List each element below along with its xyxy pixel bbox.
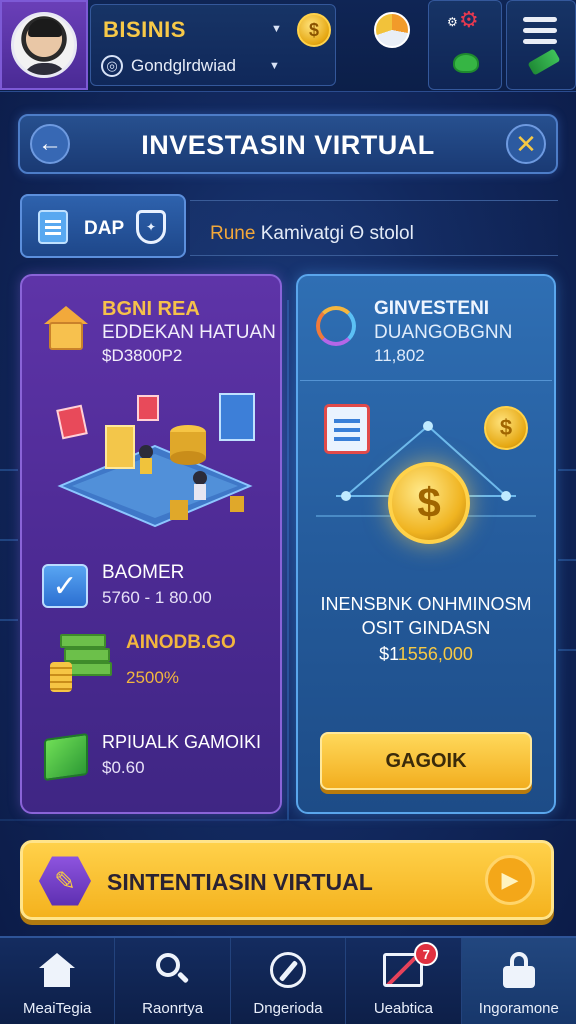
banner-label: SINTENTIASIN VIRTUAL bbox=[107, 869, 373, 895]
title-bar: ← INVESTASIN VIRTUAL ✕ bbox=[18, 114, 558, 174]
menu-button[interactable] bbox=[506, 0, 576, 90]
top-bar: BISINIS ▼ $ ◎ Gondglrdwiad ▼ ⚙ ⚙ bbox=[0, 0, 576, 92]
right-card-line-2: OSIT GINDASN bbox=[361, 618, 491, 638]
menu-icon bbox=[523, 17, 557, 50]
profile-subtitle: Gondglrdwiad bbox=[131, 56, 236, 75]
avatar bbox=[11, 12, 77, 78]
info-highlight: Rune bbox=[210, 223, 256, 244]
gold-title: AINODB.GO bbox=[126, 632, 236, 653]
balance-value: 5760 - 1 80.00 bbox=[102, 588, 212, 607]
cash-stack-icon bbox=[48, 628, 114, 692]
pie-chart-icon[interactable] bbox=[374, 12, 410, 48]
coin-icon: $ bbox=[484, 406, 528, 450]
chevron-down-icon[interactable]: ▼ bbox=[269, 60, 280, 72]
leaf-icon bbox=[453, 53, 479, 73]
coin-icon[interactable]: $ bbox=[297, 13, 331, 47]
globe-icon: ◎ bbox=[101, 55, 123, 77]
isometric-city-illustration bbox=[56, 393, 255, 528]
right-investment-card[interactable]: GINVESTENI DUANGOBGNN 11,802 $ $ INENSBN… bbox=[296, 274, 556, 814]
nav-label: Raonrtya bbox=[142, 1000, 204, 1017]
left-card-title: BGNI REA bbox=[102, 298, 200, 320]
nav-item-info[interactable]: Ingoramone bbox=[461, 938, 576, 1024]
hammer-icon: ✎ bbox=[39, 856, 91, 906]
right-card-title: GINVESTENI bbox=[374, 298, 490, 319]
shield-icon: ✦ bbox=[136, 210, 166, 244]
nav-item-stats[interactable]: 7 Ueabtica bbox=[346, 938, 462, 1024]
document-icon bbox=[38, 210, 68, 244]
nav-label: Ingoramone bbox=[478, 1000, 559, 1017]
nav-label: Dngerioda bbox=[253, 1000, 323, 1017]
nav-item-search[interactable]: Raonrtya bbox=[115, 938, 231, 1024]
checkbox-icon[interactable]: ✓ bbox=[42, 564, 88, 608]
line-3-highlight: 1556,000 bbox=[397, 644, 473, 664]
cube-icon bbox=[44, 732, 88, 782]
info-rest: Kamivatgi Θ stolol bbox=[255, 223, 414, 244]
dap-button[interactable]: DAP ✦ bbox=[20, 194, 186, 258]
page-title: INVESTASIN VIRTUAL bbox=[141, 130, 435, 160]
nav-label: MeaiTegia bbox=[23, 1000, 92, 1017]
right-card-subtitle: DUANGOBGNN bbox=[374, 322, 513, 343]
virtual-investment-banner[interactable]: ✎ SINTENTIASIN VIRTUAL ▶ bbox=[20, 840, 554, 920]
profile-panel[interactable]: BISINIS ▼ $ ◎ Gondglrdwiad ▼ bbox=[90, 4, 336, 86]
divider bbox=[300, 380, 552, 381]
settings-button[interactable]: ⚙ ⚙ bbox=[428, 0, 502, 90]
swirl-icon bbox=[316, 306, 356, 346]
left-investment-card[interactable]: BGNI REA EDDEKAN HATUAN $D3800P2 ✓ BAOME… bbox=[20, 274, 282, 814]
search-icon bbox=[151, 950, 195, 990]
gear-icon: ⚙ bbox=[447, 15, 458, 29]
play-icon[interactable]: ▶ bbox=[485, 855, 535, 905]
dap-label: DAP bbox=[84, 218, 125, 239]
info-bar: Rune Kamivatgi Θ stolol bbox=[190, 200, 558, 256]
close-button[interactable]: ✕ bbox=[506, 124, 546, 164]
dollar-coin-icon: $ bbox=[388, 462, 470, 544]
last-value: $0.60 bbox=[102, 758, 145, 777]
gagoik-button[interactable]: GAGOIK bbox=[320, 732, 532, 790]
bottom-nav: MeaiTegia Raonrtya Dngerioda 7 Ueabtica … bbox=[0, 936, 576, 1024]
nav-label: Ueabtica bbox=[373, 1000, 434, 1017]
nav-item-home[interactable]: MeaiTegia bbox=[0, 938, 116, 1024]
line-3-prefix: $1 bbox=[379, 644, 398, 664]
clipboard-icon bbox=[324, 404, 370, 454]
lock-icon bbox=[497, 950, 541, 990]
avatar-button[interactable] bbox=[0, 0, 88, 90]
chevron-down-icon[interactable]: ▼ bbox=[271, 23, 282, 35]
compass-icon bbox=[266, 950, 310, 990]
right-card-line-1: INENSBNK ONHMINOSM bbox=[320, 594, 532, 614]
profile-name: BISINIS bbox=[103, 17, 186, 42]
pencil-icon bbox=[527, 48, 561, 76]
notification-badge: 7 bbox=[414, 942, 439, 966]
nav-item-explore[interactable]: Dngerioda bbox=[231, 938, 347, 1024]
gear-icon: ⚙ bbox=[459, 7, 479, 32]
balance-title: BAOMER bbox=[102, 562, 185, 583]
home-icon bbox=[35, 950, 79, 990]
right-card-amount: 11,802 bbox=[374, 346, 425, 365]
info-text: Rune Kamivatgi Θ stolol bbox=[210, 223, 414, 245]
left-card-subtitle: EDDEKAN HATUAN bbox=[102, 322, 276, 343]
left-card-amount: $D3800P2 bbox=[102, 346, 183, 365]
last-title: RPIUALK GAMOIKI bbox=[102, 732, 262, 752]
gold-value: 2500% bbox=[126, 668, 179, 687]
house-icon bbox=[44, 306, 88, 350]
right-card-line-3: $11556,000 bbox=[298, 644, 554, 665]
